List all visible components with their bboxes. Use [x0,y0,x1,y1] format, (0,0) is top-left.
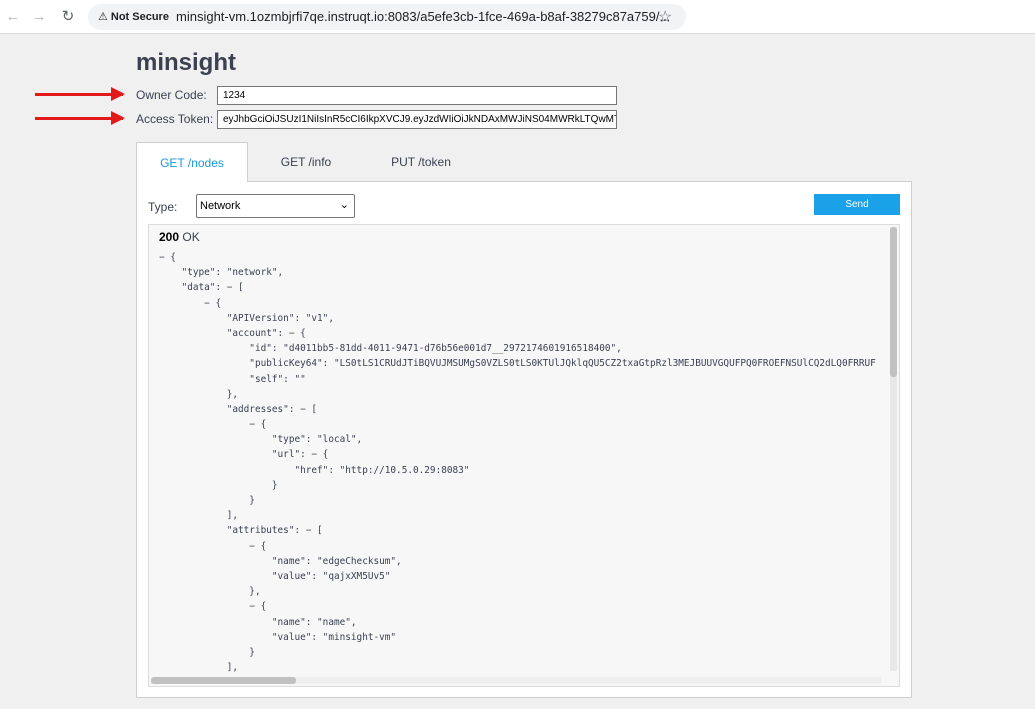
warning-icon: ⚠ [98,11,108,23]
json-line[interactable]: "url": − { [159,447,879,462]
json-line: } [159,479,278,491]
type-select-value: Network [200,200,241,212]
tab-path: /info [308,155,332,169]
security-indicator[interactable]: ⚠ Not Secure [98,10,169,23]
vertical-scroll-thumb[interactable] [890,227,897,377]
type-select[interactable]: Network ⌄ [196,194,355,218]
request-panel: Type: Network ⌄ Send 200 OK − { "type": … [136,181,912,698]
json-line: "type": "network", [159,267,284,279]
tab-path: /token [418,155,451,169]
tab-path: /nodes [187,156,224,170]
access-token-label: Access Token: [136,112,214,126]
tab-verb: GET [160,156,185,170]
json-line: }, [159,388,239,400]
chevron-down-icon: ⌄ [339,199,349,211]
json-response-body: − { "type": "network", "data": − [ − { "… [159,250,879,675]
owner-code-label: Owner Code: [136,88,207,102]
json-line[interactable]: − { [159,296,879,311]
send-button[interactable]: Send [814,194,900,215]
json-line: ], [159,510,239,522]
forward-arrow-icon[interactable]: → [30,8,48,26]
json-line[interactable]: − { [159,417,879,432]
type-label: Type: [148,200,178,214]
json-line: "name": "edgeChecksum", [159,555,402,567]
status-text: OK [182,230,200,244]
tab-verb: GET [280,155,306,169]
annotation-arrow-access-token [35,111,125,125]
json-line[interactable]: − { [159,599,879,614]
json-line: } [159,495,255,506]
annotation-arrow-owner-code [35,87,125,101]
json-line[interactable]: "addresses": − [ [159,402,879,417]
back-arrow-icon[interactable]: ← [4,8,22,26]
bookmark-star-icon[interactable]: ☆ [658,7,672,27]
json-line[interactable]: − { [159,539,879,554]
response-viewer[interactable]: 200 OK − { "type": "network", "data": − … [148,224,900,687]
json-line: "name": "name", [159,616,357,628]
json-line: }, [159,586,261,598]
reload-icon[interactable]: ↻ [59,8,77,26]
horizontal-scroll-thumb[interactable] [151,677,296,684]
security-label: Not Secure [110,11,169,23]
json-line[interactable]: "data": − [ [159,280,879,295]
tab-put-token[interactable]: PUT /token [364,142,478,182]
json-line[interactable]: − { [159,250,879,265]
json-line: } [159,646,255,658]
access-token-input[interactable]: eyJhbGciOiJSUzI1NiIsInR5cCI6IkpXVCJ9.eyJ… [217,110,617,129]
address-bar[interactable]: ⚠ Not Secure minsight-vm.1ozmbjrfi7qe.ins… [88,4,686,30]
json-line: "publicKey64": "LS0tLS1CRUdJTiBQVUJMSUMg… [159,358,876,370]
tab-get-nodes[interactable]: GET /nodes [136,142,248,182]
tab-get-info[interactable]: GET /info [250,142,362,182]
owner-code-input[interactable]: 1234 [217,86,617,105]
json-line: "id": "d4011bb5-81dd-4011-9471-d76b56e00… [159,343,622,355]
json-line: ], [159,662,239,674]
json-line: "href": "http://10.5.0.29:8083" [159,464,470,476]
json-line: "self": "" [159,373,306,385]
status-code: 200 [159,230,180,244]
horizontal-scrollbar[interactable] [151,677,881,684]
browser-toolbar: ← → ↻ ⚠ Not Secure minsight-vm.1ozmbjrfi7… [0,0,1035,34]
json-line: "value": "qajxXM5Uv5" [159,570,391,582]
json-line: "APIVersion": "v1", [159,312,334,324]
json-line[interactable]: "account": − { [159,326,879,341]
page-title: minsight [136,49,236,76]
vertical-scrollbar[interactable] [890,227,897,671]
response-status: 200 OK [159,230,200,244]
url-text[interactable]: minsight-vm.1ozmbjrfi7qe.instruqt.io:808… [176,9,670,24]
tab-verb: PUT [391,155,415,169]
json-line: "type": "local", [159,434,363,446]
json-line: "value": "minsight-vm" [159,631,397,643]
json-line[interactable]: "attributes": − [ [159,523,879,538]
